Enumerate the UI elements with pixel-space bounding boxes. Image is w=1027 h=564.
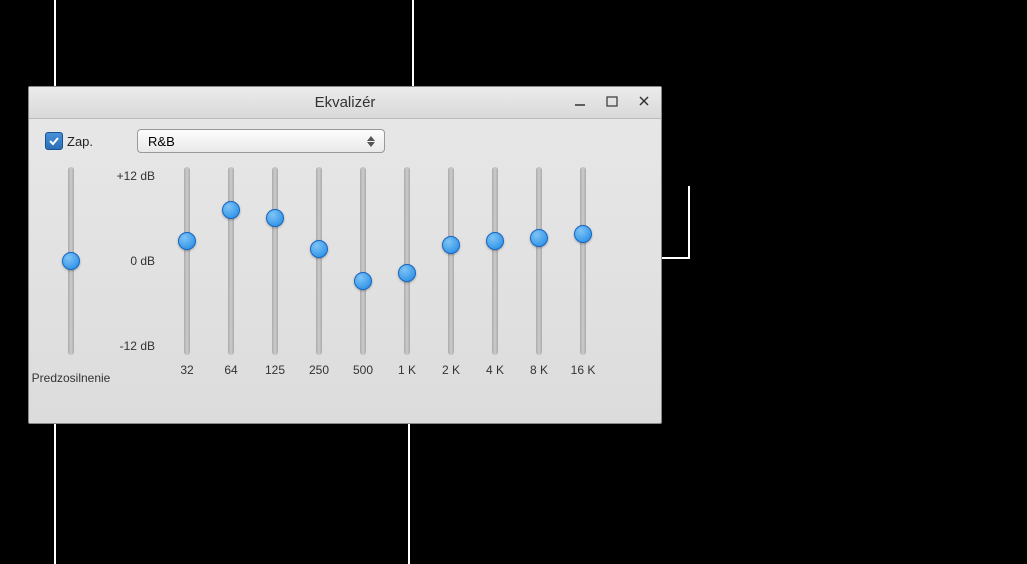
band-slider[interactable] <box>184 167 190 355</box>
band-2K: 2 K <box>429 167 473 385</box>
band-freq-label: 2 K <box>442 363 460 377</box>
window-controls <box>569 91 655 111</box>
preamp-label: Predzosilnenie <box>32 371 111 385</box>
band-500: 500 <box>341 167 385 385</box>
select-arrows-icon <box>364 136 378 147</box>
titlebar: Ekvalizér <box>29 87 661 119</box>
preamp-slider[interactable] <box>68 167 74 355</box>
band-8K: 8 K <box>517 167 561 385</box>
band-freq-label: 8 K <box>530 363 548 377</box>
band-slider[interactable] <box>228 167 234 355</box>
band-slider[interactable] <box>492 167 498 355</box>
band-slider[interactable] <box>404 167 410 355</box>
preset-value: R&B <box>148 134 175 149</box>
preset-select[interactable]: R&B <box>137 129 385 153</box>
band-slider[interactable] <box>360 167 366 355</box>
checkmark-icon <box>48 135 60 147</box>
band-16K: 16 K <box>561 167 605 385</box>
band-freq-label: 64 <box>224 363 237 377</box>
band-thumb[interactable] <box>486 232 504 250</box>
band-125: 125 <box>253 167 297 385</box>
band-thumb[interactable] <box>530 229 548 247</box>
scale-max: +12 dB <box>117 169 155 183</box>
band-freq-label: 32 <box>180 363 193 377</box>
enable-checkbox[interactable] <box>45 132 63 150</box>
band-slider[interactable] <box>448 167 454 355</box>
band-freq-label: 250 <box>309 363 329 377</box>
band-thumb[interactable] <box>354 272 372 290</box>
enable-checkbox-wrap: Zap. <box>45 132 93 150</box>
band-thumb[interactable] <box>398 264 416 282</box>
band-slider[interactable] <box>580 167 586 355</box>
band-freq-label: 125 <box>265 363 285 377</box>
bands-section: 32 64 125 250 500 1 K 2 K 4 K 8 K 16 K <box>165 167 645 385</box>
band-1K: 1 K <box>385 167 429 385</box>
band-32: 32 <box>165 167 209 385</box>
enable-label: Zap. <box>67 134 93 149</box>
band-slider[interactable] <box>272 167 278 355</box>
band-4K: 4 K <box>473 167 517 385</box>
band-slider[interactable] <box>536 167 542 355</box>
callout-line <box>688 186 690 259</box>
preamp-thumb[interactable] <box>62 252 80 270</box>
equalizer-body: Predzosilnenie +12 dB 0 dB -12 dB 32 64 12… <box>29 159 661 395</box>
band-64: 64 <box>209 167 253 385</box>
scale-min: -12 dB <box>120 339 155 353</box>
window-title: Ekvalizér <box>315 94 376 111</box>
band-thumb[interactable] <box>222 201 240 219</box>
preamp-section: Predzosilnenie <box>45 167 97 385</box>
band-slider[interactable] <box>316 167 322 355</box>
band-thumb[interactable] <box>178 232 196 250</box>
band-thumb[interactable] <box>574 225 592 243</box>
band-freq-label: 500 <box>353 363 373 377</box>
minimize-button[interactable] <box>569 91 591 111</box>
controls-row: Zap. R&B <box>29 119 661 159</box>
band-thumb[interactable] <box>442 236 460 254</box>
callout-line <box>408 413 410 564</box>
equalizer-window: Ekvalizér Zap. R&B <box>28 86 662 424</box>
close-button[interactable] <box>633 91 655 111</box>
db-scale: +12 dB 0 dB -12 dB <box>97 167 165 355</box>
band-freq-label: 1 K <box>398 363 416 377</box>
band-freq-label: 16 K <box>571 363 596 377</box>
band-freq-label: 4 K <box>486 363 504 377</box>
scale-mid: 0 dB <box>130 254 155 268</box>
band-thumb[interactable] <box>310 240 328 258</box>
band-250: 250 <box>297 167 341 385</box>
band-thumb[interactable] <box>266 209 284 227</box>
maximize-button[interactable] <box>601 91 623 111</box>
